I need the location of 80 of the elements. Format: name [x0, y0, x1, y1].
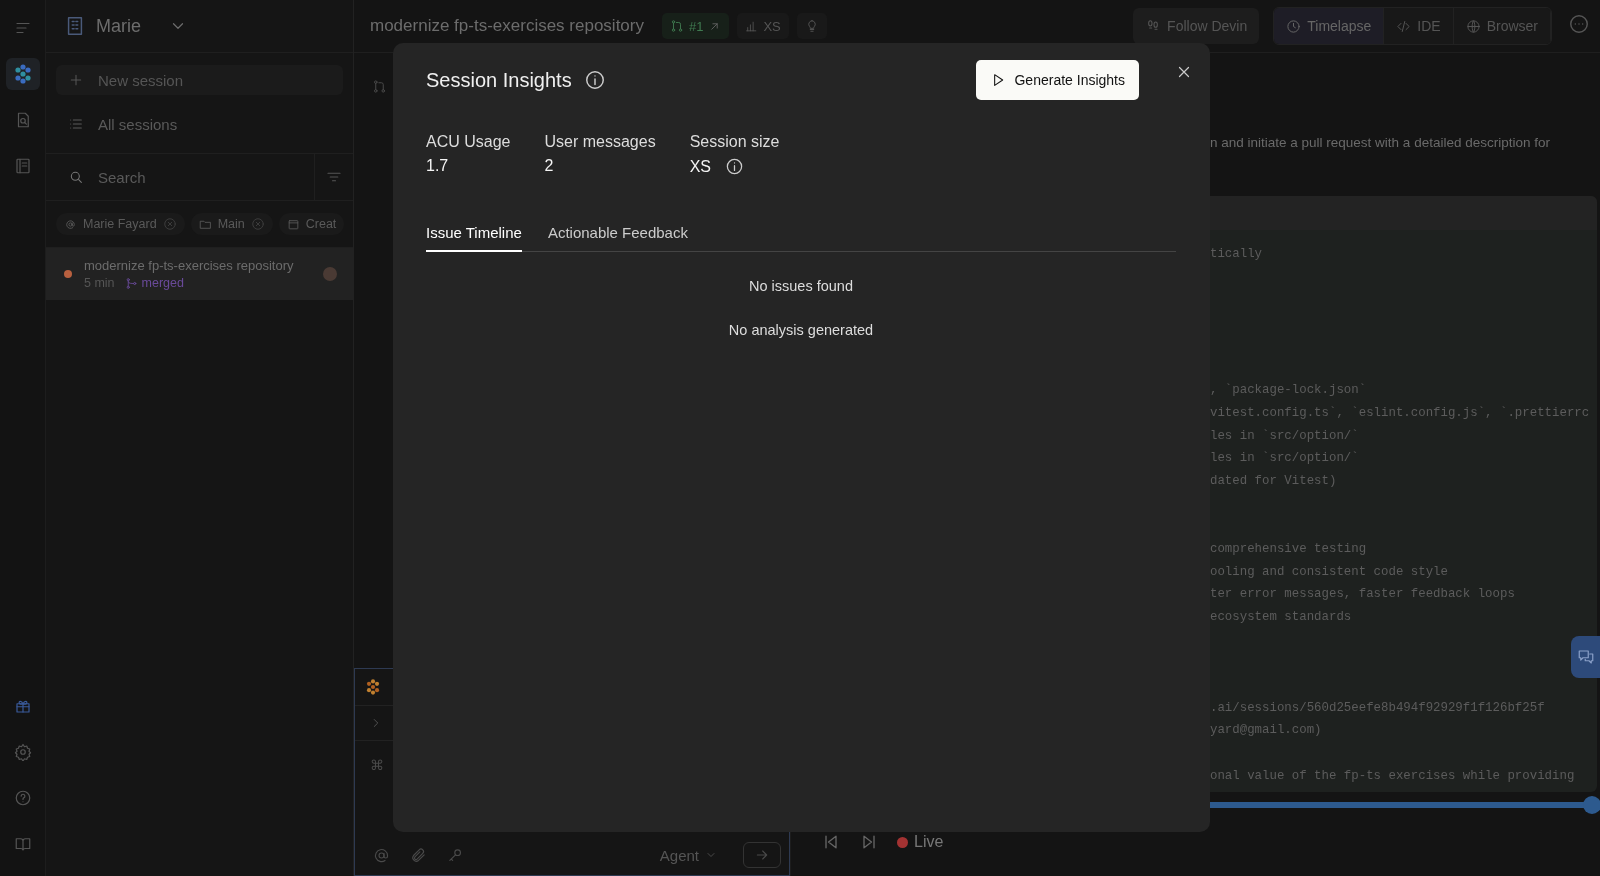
more-icon[interactable]	[1568, 13, 1590, 35]
info-icon[interactable]	[725, 157, 744, 176]
code-line: ter error messages, faster feedback loops	[1210, 587, 1515, 602]
dialog-title: Session Insights	[426, 68, 572, 92]
calendar-icon	[286, 217, 300, 231]
session-status: merged	[141, 276, 184, 290]
stat-label: User messages	[544, 133, 656, 151]
chat-bubbles-icon	[1576, 648, 1595, 666]
paperclip-icon[interactable]	[410, 846, 427, 864]
code-line: ooling and consistent code style	[1210, 564, 1448, 579]
size-chip[interactable]: XS	[737, 13, 789, 39]
search-field[interactable]: Search	[46, 154, 315, 200]
empty-message: No analysis generated	[728, 322, 874, 338]
code-line: onal value of the fp-ts exercises while providing	[1210, 768, 1575, 783]
code-icon	[1396, 18, 1412, 34]
slider-thumb[interactable]	[1583, 796, 1600, 814]
key-icon[interactable]	[447, 846, 464, 864]
pull-request-icon	[670, 19, 684, 33]
code-line: les in `src/option/`	[1210, 428, 1359, 443]
stat-value: 2	[544, 157, 554, 175]
message-input[interactable]: ⌘	[355, 741, 789, 835]
insights-tab[interactable]: Issue Timeline	[426, 224, 522, 252]
task-description: n and initiate a pull request with a detailed description for	[1209, 135, 1551, 150]
code-line: tically	[1210, 247, 1263, 261]
session-title: modernize fp-ts-exercises repository	[84, 258, 295, 273]
help-icon[interactable]	[13, 789, 32, 807]
view-tab[interactable]: Browser	[1453, 8, 1551, 44]
filter-chip[interactable]: Creat	[278, 213, 345, 235]
search-input[interactable]: Search	[96, 167, 280, 187]
code-line: ecosystem standards	[1210, 610, 1352, 624]
code-line: comprehensive testing	[1210, 541, 1367, 556]
mention-icon[interactable]	[373, 846, 390, 864]
stat-value: XS	[689, 157, 711, 176]
pull-request-icon	[372, 79, 387, 94]
generate-insights-button[interactable]: Generate Insights	[976, 60, 1139, 100]
code-line: les in `src/option/`	[1210, 451, 1359, 466]
code-line: vitest.config.ts`, `eslint.config.js`, `.prettierrc	[1210, 405, 1590, 420]
code-line: yard@gmail.com)	[1210, 723, 1322, 738]
book-icon[interactable]	[13, 835, 32, 853]
code-line: , `package-lock.json`	[1210, 383, 1367, 398]
info-icon[interactable]	[583, 69, 606, 91]
workspace-name: Marie	[96, 15, 141, 37]
notebook-icon[interactable]	[13, 157, 32, 175]
session-title: modernize fp-ts-exercises repository	[370, 16, 644, 36]
at-user-icon	[64, 217, 77, 231]
live-button[interactable]: Live	[897, 833, 944, 851]
mode-dropdown[interactable]: Agent	[653, 845, 723, 865]
search-icon	[68, 169, 84, 185]
filter-chip[interactable]: Marie Fayard	[56, 213, 185, 235]
send-button[interactable]	[743, 842, 781, 868]
stat-label: ACU Usage	[426, 133, 511, 151]
lightbulb-button[interactable]	[796, 13, 827, 39]
code-line: .ai/sessions/560d25eefe8b494f92929f1f126bf25f	[1210, 700, 1545, 715]
logo-icon	[365, 679, 381, 695]
view-tab[interactable]: Timelapse	[1274, 8, 1385, 44]
code-line: dated for Vitest)	[1210, 473, 1337, 488]
new-session-button[interactable]: New session	[56, 65, 343, 95]
insights-tab[interactable]: Actionable Feedback	[547, 224, 688, 252]
plus-icon	[68, 72, 84, 88]
pull-request-chip[interactable]: #1	[662, 13, 730, 39]
feedback-button[interactable]	[1571, 636, 1600, 678]
logo-icon	[12, 64, 33, 84]
settings-icon[interactable]	[13, 743, 32, 761]
remove-icon[interactable]	[250, 217, 265, 231]
avatar	[323, 267, 337, 281]
view-tab[interactable]: IDE	[1384, 8, 1454, 44]
list-icon	[68, 116, 84, 132]
stat-value: 1.7	[426, 157, 449, 175]
branch-icon	[124, 276, 138, 290]
arrow-right-icon	[754, 847, 770, 863]
all-sessions-link[interactable]: All sessions	[56, 109, 343, 139]
filter-chip[interactable]: Main	[190, 213, 273, 235]
rail-button[interactable]	[5, 58, 40, 90]
clock-icon	[1286, 18, 1302, 34]
empty-message: No issues found	[749, 278, 853, 294]
globe-icon	[1465, 18, 1481, 34]
bars-icon	[745, 19, 759, 33]
follow-button[interactable]: Follow Devin	[1133, 8, 1260, 44]
stat-label: Session size	[689, 133, 780, 151]
remove-icon[interactable]	[162, 217, 177, 231]
